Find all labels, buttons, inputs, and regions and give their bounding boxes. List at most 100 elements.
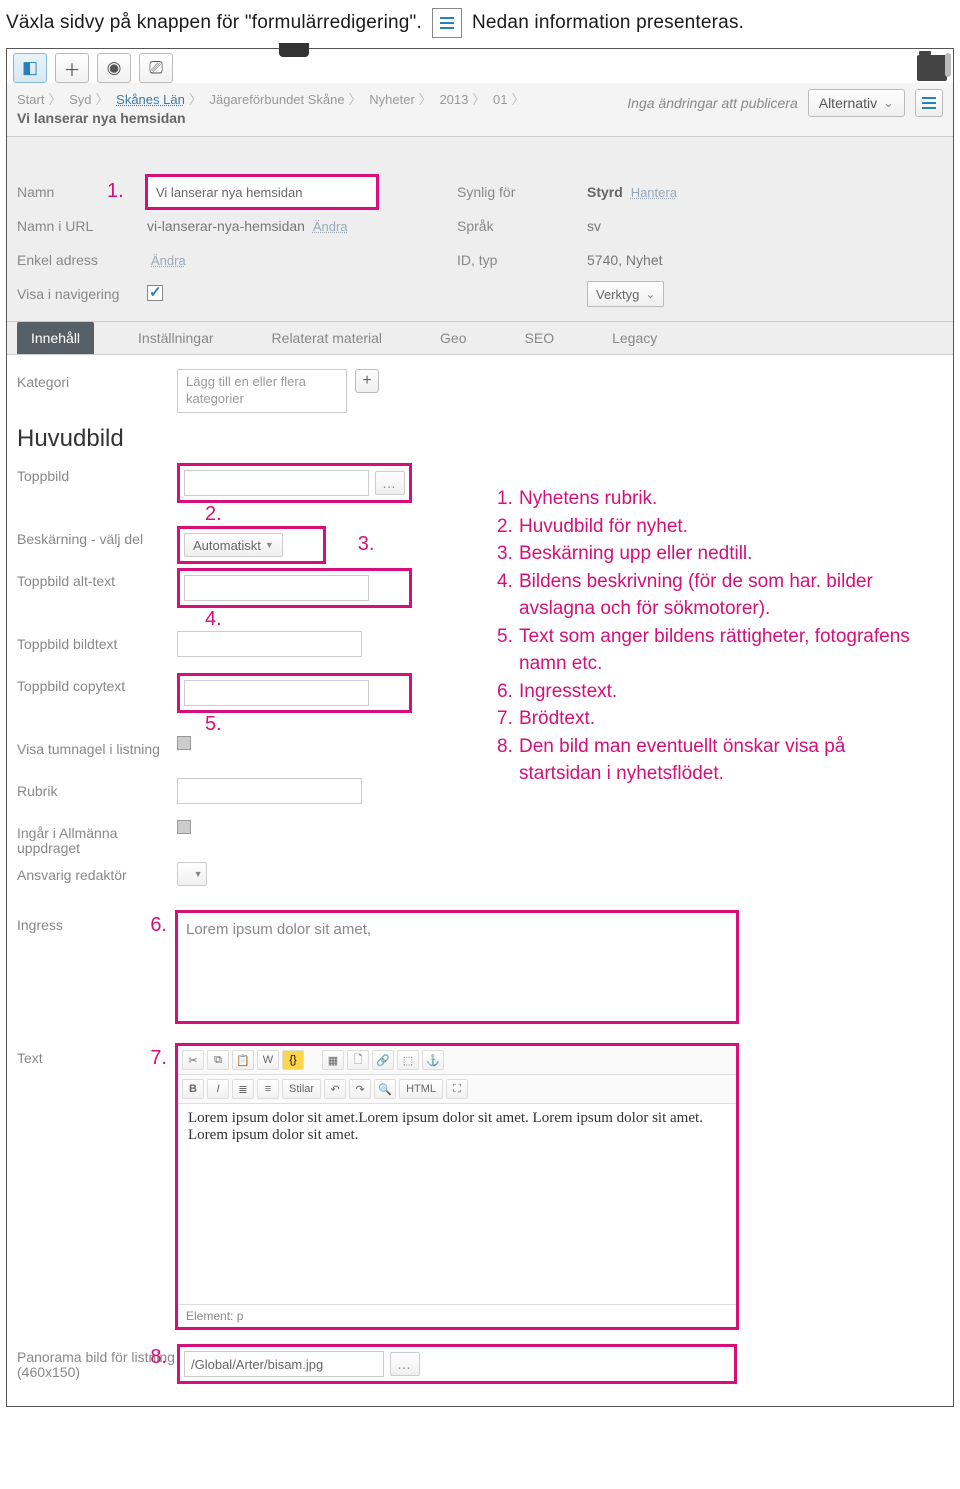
toppbild-browse-button[interactable]: … [375, 471, 405, 495]
crumb[interactable]: Syd [69, 92, 91, 107]
rte-pastetext-icon[interactable]: {} [282, 1050, 304, 1070]
crumb[interactable]: Jägareförbundet Skåne [209, 92, 344, 107]
namn-input[interactable] [147, 176, 377, 208]
intro-after: Nedan information presenteras. [472, 12, 744, 34]
beskarning-dropdown[interactable]: Automatiskt [184, 533, 283, 557]
redaktor-label: Ansvarig redaktör [17, 862, 177, 883]
callout-4: 4. [205, 608, 222, 630]
crumb[interactable]: Nyheter [369, 92, 415, 107]
tumnagel-checkbox[interactable] [177, 736, 191, 750]
rte-ul-icon[interactable]: ≣ [232, 1079, 254, 1099]
callout-2: 2. [205, 503, 222, 525]
page-title: Vi lanserar nya hemsidan [17, 110, 528, 126]
andra-link[interactable]: Ändra [313, 219, 348, 234]
idtyp-label: ID, typ [457, 252, 587, 268]
tab-relaterat[interactable]: Relaterat material [258, 322, 397, 354]
rte-undo-icon[interactable]: ↶ [324, 1079, 346, 1099]
breadcrumbs: Start〉 Syd〉 Skånes Län〉 Jägareförbundet … [17, 89, 528, 108]
rte-fullscreen-icon[interactable]: ⛶ [446, 1079, 468, 1099]
crumb[interactable]: Skånes Län [116, 92, 185, 107]
allman-label: Ingår i Allmänna uppdraget [17, 820, 177, 857]
namn-url-label: Namn i URL [17, 218, 147, 234]
enkel-adress-label: Enkel adress [17, 252, 147, 268]
andra-link[interactable]: Ändra [151, 253, 186, 268]
rte-search-icon[interactable]: 🔍 [374, 1079, 396, 1099]
beskarning-label: Beskärning - välj del [17, 526, 177, 547]
alternativ-dropdown[interactable]: Alternativ [808, 89, 905, 117]
crumb[interactable]: 01 [493, 92, 507, 107]
rte-cut-icon[interactable]: ✂ [182, 1050, 204, 1070]
rubrik-input[interactable] [177, 778, 362, 804]
crumb[interactable]: 2013 [439, 92, 468, 107]
ingress-textarea[interactable] [177, 912, 737, 1022]
rte-redo-icon[interactable]: ↷ [349, 1079, 371, 1099]
rte-toolbar: ✂ ⧉ 📋 W {} ▦ 🗋 🔗 ⬚ ⚓ [178, 1046, 736, 1075]
rte-link-icon[interactable]: 🔗 [372, 1050, 394, 1070]
ingress-label: Ingress [17, 917, 63, 933]
alttext-input[interactable] [184, 575, 369, 601]
namn-label: Namn [17, 184, 147, 200]
rte-body[interactable]: Lorem ipsum dolor sit amet.Lorem ipsum d… [178, 1104, 736, 1304]
callout-3: 3. [358, 533, 375, 555]
tab-innehall[interactable]: Innehåll [17, 322, 94, 354]
rte-italic-icon[interactable]: I [207, 1079, 229, 1099]
rte-bold-icon[interactable]: B [182, 1079, 204, 1099]
tab-seo[interactable]: SEO [511, 322, 569, 354]
scrollbar[interactable] [945, 53, 951, 77]
synlig-value: Styrd [587, 184, 623, 200]
panorama-input[interactable] [184, 1351, 384, 1377]
sprak-label: Språk [457, 218, 587, 234]
rich-text-editor: ✂ ⧉ 📋 W {} ▦ 🗋 🔗 ⬚ ⚓ B I [177, 1045, 737, 1328]
hantera-link[interactable]: Hantera [631, 185, 677, 200]
copytext-input[interactable] [184, 680, 369, 706]
compare-button[interactable]: ⎚ [139, 53, 173, 83]
preview-button[interactable]: ◉ [97, 53, 131, 83]
panel-handle-icon[interactable] [279, 43, 309, 57]
app-frame: ◧ ＋ ◉ ⎚ Start〉 Syd〉 Skånes Län〉 Jägarefö… [6, 48, 954, 1407]
redaktor-dropdown[interactable] [177, 862, 207, 886]
tab-legacy[interactable]: Legacy [598, 322, 671, 354]
add-button[interactable]: ＋ [55, 53, 89, 83]
namn-url-value: vi-lanserar-nya-hemsidan [147, 218, 305, 234]
assets-panel-button[interactable] [917, 55, 947, 81]
form-edit-toggle-icon [432, 8, 462, 38]
panorama-browse-button[interactable]: … [390, 1352, 420, 1376]
allman-checkbox[interactable] [177, 820, 191, 834]
callout-descriptions: 1.Nyhetens rubrik. 2.Huvudbild för nyhet… [497, 485, 927, 788]
toppbild-label: Toppbild [17, 463, 177, 484]
callout-7: 7. [150, 1047, 167, 1069]
idtyp-value: 5740, Nyhet [587, 252, 663, 268]
visa-nav-checkbox[interactable] [147, 285, 163, 301]
rte-pasteword-icon[interactable]: W [257, 1050, 279, 1070]
kategori-box[interactable]: Lägg till en eller flera kategorier [177, 369, 347, 413]
rte-copy-icon[interactable]: ⧉ [207, 1050, 229, 1070]
rte-file-icon[interactable]: 🗋 [347, 1050, 369, 1070]
add-kategori-button[interactable]: + [355, 369, 379, 393]
rte-anchor-icon[interactable]: ⚓ [422, 1050, 444, 1070]
alttext-label: Toppbild alt-text [17, 568, 177, 589]
rte-status: Element: p [178, 1304, 736, 1327]
rte-ol-icon[interactable]: ≡ [257, 1079, 279, 1099]
crumb[interactable]: Start [17, 92, 44, 107]
publish-status: Inga ändringar att publicera [627, 95, 797, 111]
verktyg-dropdown[interactable]: Verktyg [587, 281, 664, 307]
kategori-label: Kategori [17, 369, 177, 390]
callout-5: 5. [205, 713, 222, 735]
panel-toggle-button[interactable]: ◧ [13, 53, 47, 83]
tumnagel-label: Visa tumnagel i listning [17, 736, 177, 757]
visa-nav-label: Visa i navigering [17, 286, 147, 302]
tab-geo[interactable]: Geo [426, 322, 480, 354]
rte-paste-icon[interactable]: 📋 [232, 1050, 254, 1070]
toppbild-input[interactable] [184, 470, 369, 496]
rte-styles-dropdown[interactable]: Stilar [282, 1079, 321, 1099]
form-view-toggle[interactable] [915, 89, 943, 117]
rubrik-label: Rubrik [17, 778, 177, 799]
header-form: Namn 1. Namn i URL vi-lanserar-nya-hemsi… [7, 137, 953, 322]
rte-unlink-icon[interactable]: ⬚ [397, 1050, 419, 1070]
rte-html-button[interactable]: HTML [399, 1079, 443, 1099]
rte-image-icon[interactable]: ▦ [322, 1050, 344, 1070]
tab-installningar[interactable]: Inställningar [124, 322, 228, 354]
bildtext-input[interactable] [177, 631, 362, 657]
breadcrumb-bar: Start〉 Syd〉 Skånes Län〉 Jägareförbundet … [7, 83, 953, 137]
intro-before: Växla sidvy på knappen för "formulärredi… [6, 12, 422, 34]
